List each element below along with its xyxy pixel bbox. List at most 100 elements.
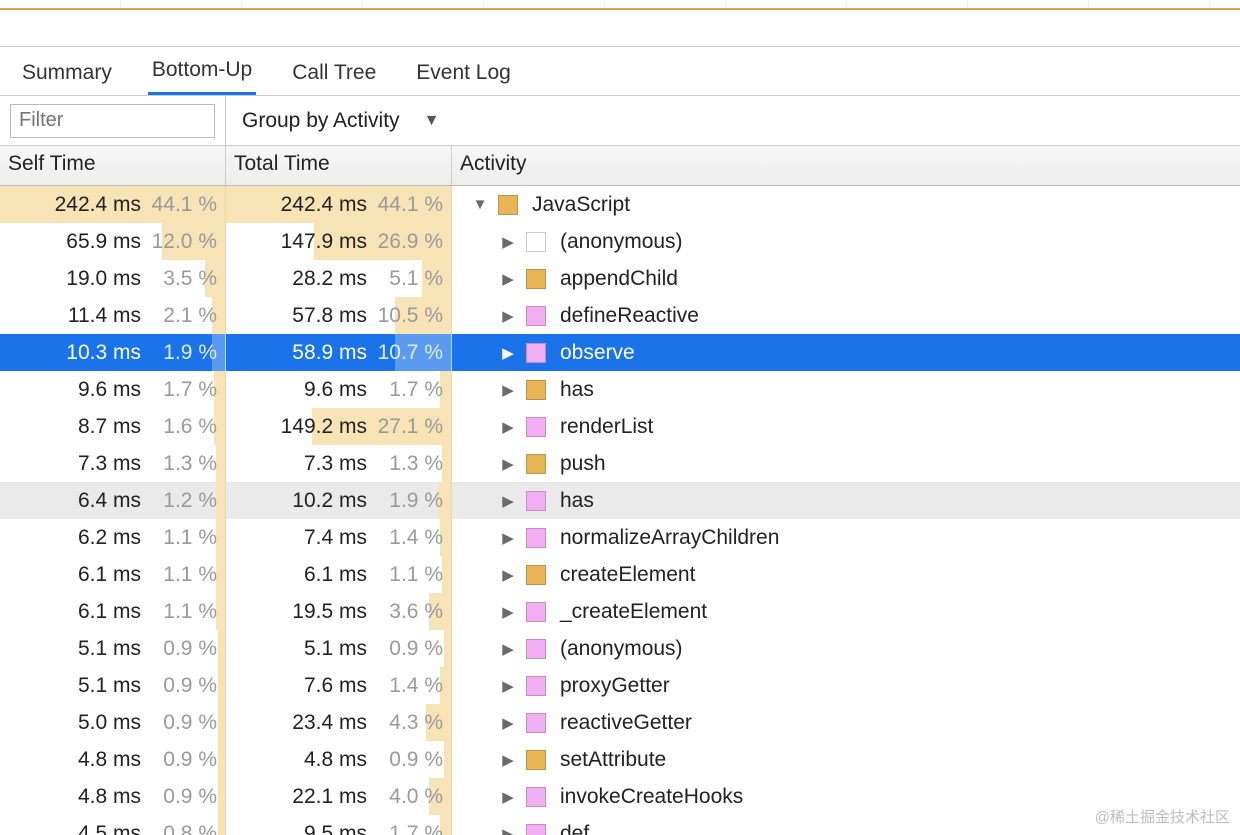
- self-pct: 1.9 %: [151, 341, 225, 365]
- total-pct: 10.7 %: [377, 341, 451, 365]
- header-self-time[interactable]: Self Time: [0, 146, 226, 185]
- activity-swatch-icon: [526, 269, 546, 289]
- total-ms: 7.3 ms: [267, 452, 377, 476]
- total-pct: 27.1 %: [377, 415, 451, 439]
- expand-arrow-icon[interactable]: [498, 640, 518, 658]
- table-row[interactable]: 65.9 ms12.0 %147.9 ms26.9 %(anonymous): [0, 223, 1240, 260]
- table-row[interactable]: 5.1 ms0.9 %5.1 ms0.9 %(anonymous): [0, 630, 1240, 667]
- total-pct: 1.4 %: [377, 526, 451, 550]
- table-row[interactable]: 6.1 ms1.1 %6.1 ms1.1 %createElement: [0, 556, 1240, 593]
- cell-total-time: 7.6 ms1.4 %: [226, 667, 452, 704]
- activity-swatch-icon: [526, 380, 546, 400]
- expand-arrow-icon[interactable]: [498, 233, 518, 251]
- self-pct: 1.1 %: [151, 600, 225, 624]
- tab-event-log[interactable]: Event Log: [412, 51, 515, 95]
- table-row[interactable]: 7.3 ms1.3 %7.3 ms1.3 %push: [0, 445, 1240, 482]
- tab-call-tree[interactable]: Call Tree: [288, 51, 380, 95]
- cell-self-time: 9.6 ms1.7 %: [0, 371, 226, 408]
- table-row[interactable]: 6.1 ms1.1 %19.5 ms3.6 %_createElement: [0, 593, 1240, 630]
- cell-self-time: 65.9 ms12.0 %: [0, 223, 226, 260]
- cell-total-time: 147.9 ms26.9 %: [226, 223, 452, 260]
- cell-self-time: 6.1 ms1.1 %: [0, 593, 226, 630]
- self-ms: 7.3 ms: [41, 452, 151, 476]
- activity-label: def: [554, 822, 589, 835]
- self-ms: 6.4 ms: [41, 489, 151, 513]
- table-row[interactable]: 4.5 ms0.8 %9.5 ms1.7 %def: [0, 815, 1240, 835]
- expand-arrow-icon[interactable]: [498, 455, 518, 473]
- cell-self-time: 6.1 ms1.1 %: [0, 556, 226, 593]
- self-ms: 242.4 ms: [41, 193, 151, 217]
- cell-activity: (anonymous): [452, 630, 1240, 667]
- expand-arrow-icon[interactable]: [498, 492, 518, 510]
- total-pct: 1.3 %: [377, 452, 451, 476]
- table-row[interactable]: 8.7 ms1.6 %149.2 ms27.1 %renderList: [0, 408, 1240, 445]
- total-pct: 44.1 %: [377, 193, 451, 217]
- cell-total-time: 9.5 ms1.7 %: [226, 815, 452, 835]
- self-pct: 44.1 %: [151, 193, 225, 217]
- table-row[interactable]: 5.1 ms0.9 %7.6 ms1.4 %proxyGetter: [0, 667, 1240, 704]
- cell-activity: reactiveGetter: [452, 704, 1240, 741]
- total-ms: 7.6 ms: [267, 674, 377, 698]
- expand-arrow-icon[interactable]: [498, 529, 518, 547]
- filter-input[interactable]: [10, 104, 215, 138]
- cell-total-time: 6.1 ms1.1 %: [226, 556, 452, 593]
- table-row[interactable]: 242.4 ms44.1 %242.4 ms44.1 %JavaScript: [0, 186, 1240, 223]
- header-activity[interactable]: Activity: [452, 146, 1240, 185]
- activity-swatch-icon: [526, 565, 546, 585]
- cell-self-time: 5.1 ms0.9 %: [0, 667, 226, 704]
- cell-activity: renderList: [452, 408, 1240, 445]
- total-ms: 9.6 ms: [267, 378, 377, 402]
- table-row[interactable]: 6.2 ms1.1 %7.4 ms1.4 %normalizeArrayChil…: [0, 519, 1240, 556]
- activity-swatch-icon: [526, 824, 546, 835]
- activity-swatch-icon: [526, 417, 546, 437]
- table-row[interactable]: 5.0 ms0.9 %23.4 ms4.3 %reactiveGetter: [0, 704, 1240, 741]
- self-ms: 5.1 ms: [41, 674, 151, 698]
- activity-label: defineReactive: [554, 304, 699, 328]
- cell-total-time: 5.1 ms0.9 %: [226, 630, 452, 667]
- expand-arrow-icon[interactable]: [498, 825, 518, 835]
- expand-arrow-icon[interactable]: [498, 603, 518, 621]
- table-row[interactable]: 6.4 ms1.2 %10.2 ms1.9 %has: [0, 482, 1240, 519]
- activity-swatch-icon: [526, 454, 546, 474]
- tab-bottom-up[interactable]: Bottom-Up: [148, 48, 256, 95]
- total-ms: 5.1 ms: [267, 637, 377, 661]
- table-row[interactable]: 10.3 ms1.9 % 58.9 ms10.7 %observe: [0, 334, 1240, 371]
- table-row[interactable]: 9.6 ms1.7 %9.6 ms1.7 %has: [0, 371, 1240, 408]
- self-ms: 4.5 ms: [41, 822, 151, 835]
- total-pct: 0.9 %: [377, 637, 451, 661]
- expand-arrow-icon[interactable]: [498, 270, 518, 288]
- expand-arrow-icon[interactable]: [498, 566, 518, 584]
- cell-activity: observe: [452, 334, 1240, 371]
- timeline-strip: [0, 0, 1240, 10]
- table-row[interactable]: 4.8 ms0.9 %4.8 ms0.9 %setAttribute: [0, 741, 1240, 778]
- table-row[interactable]: 11.4 ms2.1 %57.8 ms10.5 %defineReactive: [0, 297, 1240, 334]
- expand-arrow-icon[interactable]: [498, 788, 518, 806]
- total-ms: 58.9 ms: [267, 341, 377, 365]
- total-ms: 23.4 ms: [267, 711, 377, 735]
- expand-arrow-icon[interactable]: [498, 307, 518, 325]
- self-pct: 0.9 %: [151, 674, 225, 698]
- cell-total-time: 242.4 ms44.1 %: [226, 186, 452, 223]
- expand-arrow-icon[interactable]: [498, 344, 518, 362]
- expand-arrow-icon[interactable]: [498, 381, 518, 399]
- cell-activity: _createElement: [452, 593, 1240, 630]
- expand-arrow-icon[interactable]: [470, 196, 490, 213]
- cell-total-time: 22.1 ms4.0 %: [226, 778, 452, 815]
- activity-swatch-icon: [526, 713, 546, 733]
- header-total-time[interactable]: Total Time: [226, 146, 452, 185]
- activity-swatch-icon: [526, 528, 546, 548]
- self-ms: 10.3 ms: [41, 341, 151, 365]
- cell-self-time: 5.1 ms0.9 %: [0, 630, 226, 667]
- expand-arrow-icon[interactable]: [498, 418, 518, 436]
- total-ms: 7.4 ms: [267, 526, 377, 550]
- total-pct: 1.4 %: [377, 674, 451, 698]
- expand-arrow-icon[interactable]: [498, 714, 518, 732]
- tab-summary[interactable]: Summary: [18, 51, 116, 95]
- expand-arrow-icon[interactable]: [498, 677, 518, 695]
- table-row[interactable]: 19.0 ms3.5 %28.2 ms5.1 %appendChild: [0, 260, 1240, 297]
- group-by-select[interactable]: Group by Activity ▼: [226, 109, 455, 133]
- table-row[interactable]: 4.8 ms0.9 %22.1 ms4.0 %invokeCreateHooks: [0, 778, 1240, 815]
- expand-arrow-icon[interactable]: [498, 751, 518, 769]
- self-pct: 0.9 %: [151, 785, 225, 809]
- cell-activity: has: [452, 371, 1240, 408]
